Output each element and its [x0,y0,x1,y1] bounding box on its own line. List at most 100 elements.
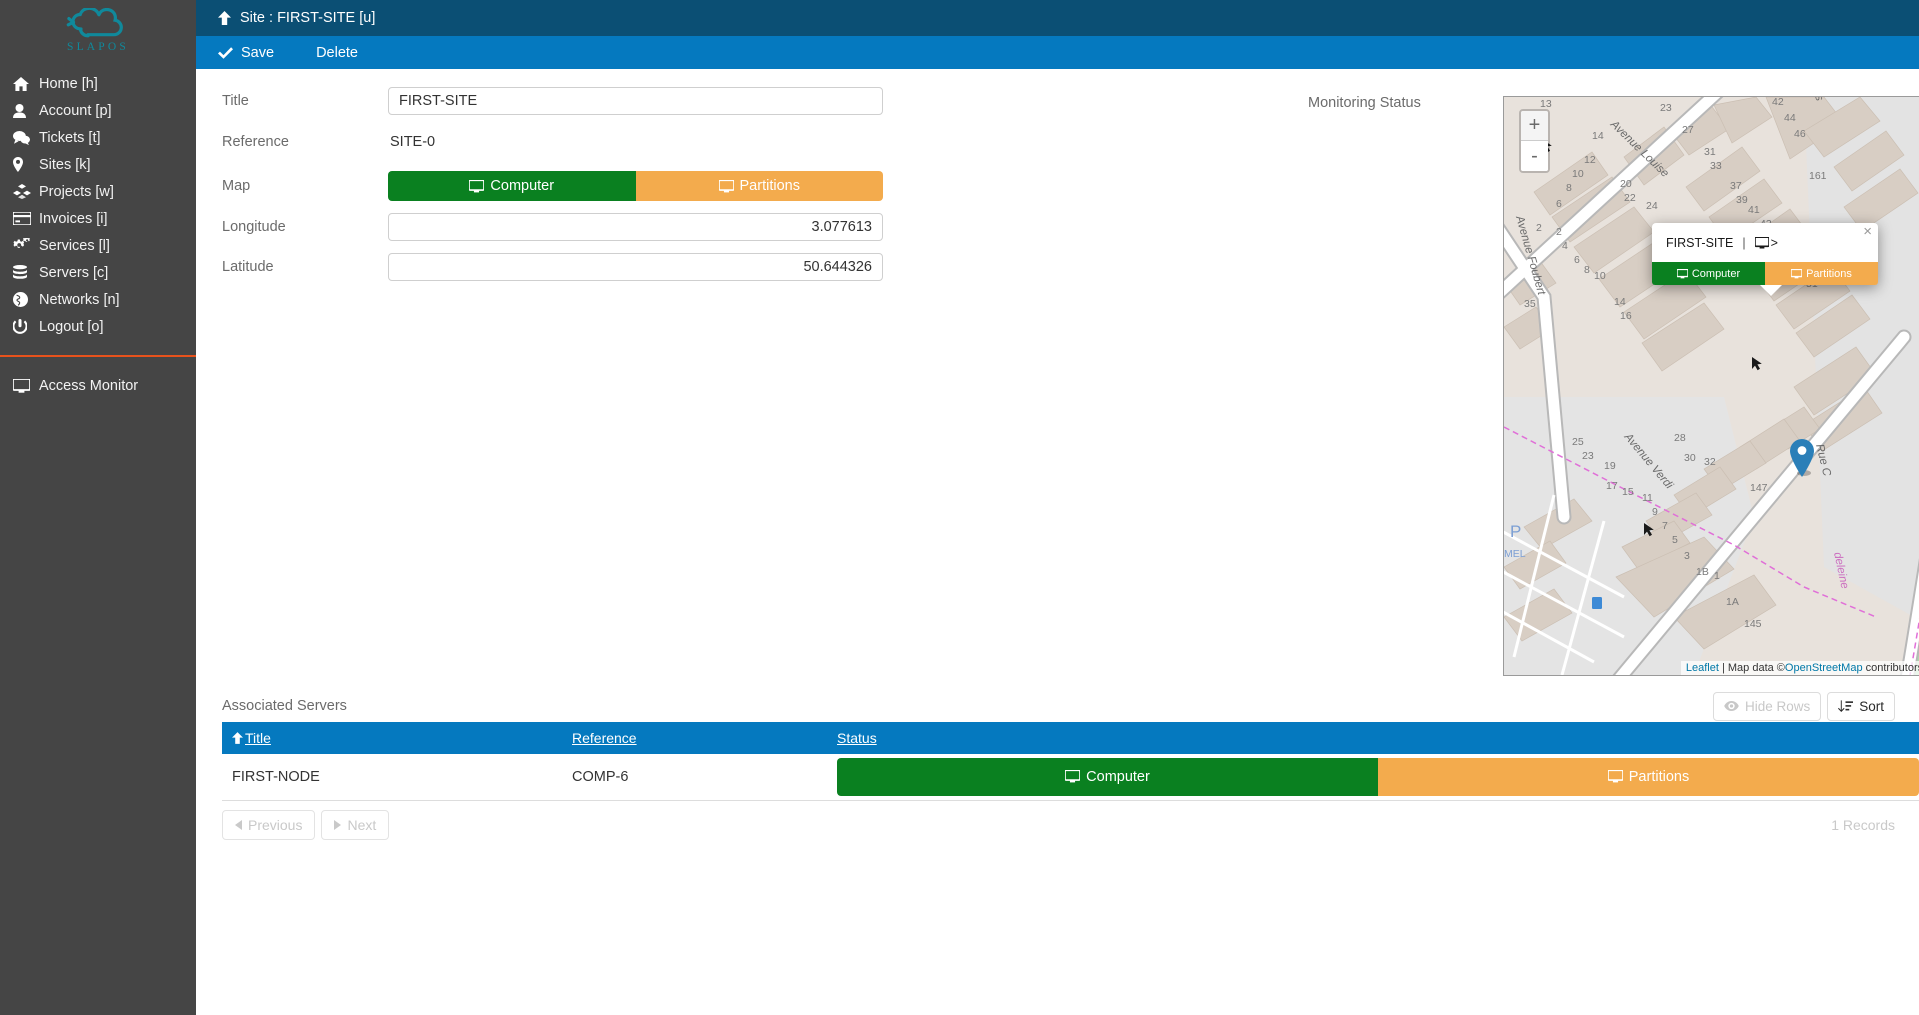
power-off-icon [13,319,39,334]
monitoring-status-label: Monitoring Status [1308,95,1421,111]
comments-icon [13,130,39,145]
page-title: Site : FIRST-SITE [u] [240,10,376,26]
svg-text:44: 44 [1784,112,1796,124]
sidebar-item-servers[interactable]: Servers [c] [0,259,196,286]
svg-text:35: 35 [1524,298,1536,310]
svg-text:46: 46 [1794,128,1806,140]
column-header-title[interactable]: Title [222,722,562,754]
previous-button[interactable]: Previous [222,809,316,840]
close-icon[interactable]: × [1863,224,1872,239]
sidebar-item-label: Projects [w] [39,183,114,200]
column-header-reference[interactable]: Reference [562,722,827,754]
column-header-label[interactable]: Title [245,730,271,746]
column-header-label[interactable]: Reference [572,730,637,746]
globe-icon [13,292,39,307]
svg-text:161: 161 [1809,170,1827,182]
zoom-in-button[interactable]: + [1521,111,1548,141]
attrib-text-1: | Map data © [1718,662,1785,674]
field-longitude-label: Longitude [222,219,286,235]
save-button-label: Save [241,44,275,61]
sidebar-nav: Home [h] Account [p] Tickets [t] Sites [… [0,70,196,399]
svg-text:22: 22 [1624,192,1636,204]
svg-text:8: 8 [1566,182,1572,194]
sidebar-item-logout[interactable]: Logout [o] [0,313,196,340]
svg-text:20: 20 [1620,178,1632,190]
popup-partitions-button[interactable]: Partitions [1765,262,1878,285]
svg-text:32: 32 [1704,456,1716,468]
attrib-text-2: contributors, [1865,662,1919,674]
sidebar: SLAPOS Home [h] Account [p] Tickets [t] [0,0,196,1015]
map-computer-button[interactable]: Computer [388,171,636,201]
sidebar-item-networks[interactable]: Networks [n] [0,286,196,313]
latitude-input[interactable] [388,253,883,281]
cell-reference: COMP-6 [562,754,827,801]
svg-text:4: 4 [1562,240,1568,252]
map-marker-icon[interactable] [1789,439,1815,482]
zoom-out-button[interactable]: - [1521,141,1548,171]
map-tiles: Avenue Louise Avenue Foubert Avenue Verd… [1504,97,1919,675]
pagination: Previous Next 1 Records [196,801,1919,840]
eye-icon [1724,701,1739,711]
main-content: Site : FIRST-SITE [u] Save Delete Title … [196,0,1919,1015]
svg-text:27: 27 [1682,124,1694,136]
column-header-label[interactable]: Status [837,730,877,746]
map-popup-chevron[interactable]: > [1771,236,1778,250]
map-popup-title: FIRST-SITE [1666,235,1734,250]
delete-button[interactable]: Delete [316,45,358,61]
home-icon [13,76,39,91]
sidebar-item-tickets[interactable]: Tickets [t] [0,124,196,151]
svg-text:9: 9 [1652,506,1658,518]
map-popup-actions: Computer Partitions [1652,262,1878,285]
svg-text:39: 39 [1736,194,1748,206]
svg-text:12: 12 [1584,154,1596,166]
desktop-icon [718,179,734,193]
sidebar-item-projects[interactable]: Projects [w] [0,178,196,205]
desktop-icon[interactable] [1754,236,1769,249]
check-icon [218,46,233,59]
sidebar-item-access-monitor[interactable]: Access Monitor [0,372,196,399]
list-tools: Hide Rows Sort [1707,691,1895,721]
sidebar-item-label: Account [p] [39,102,112,119]
sort-amount-icon [1838,699,1854,713]
longitude-input[interactable] [388,213,883,241]
hide-rows-button[interactable]: Hide Rows [1712,691,1822,721]
svg-text:5: 5 [1672,534,1678,546]
table-row[interactable]: FIRST-NODE COMP-6 Computer Partitions [222,754,1919,801]
map-computer-label: Computer [490,178,555,194]
sidebar-item-invoices[interactable]: Invoices [i] [0,205,196,232]
svg-text:37: 37 [1730,180,1742,192]
sidebar-item-home[interactable]: Home [h] [0,70,196,97]
title-input[interactable] [388,87,883,115]
sidebar-item-account[interactable]: Account [p] [0,97,196,124]
svg-text:1B: 1B [1696,566,1709,578]
sort-button[interactable]: Sort [1827,691,1895,721]
map-partitions-button[interactable]: Partitions [635,171,883,201]
arrow-up-icon[interactable] [218,11,231,25]
map-popup-header: FIRST-SITE | > × [1652,223,1878,262]
svg-text:42: 42 [1772,97,1784,108]
sidebar-item-sites[interactable]: Sites [k] [0,151,196,178]
column-header-status[interactable]: Status [827,722,1919,754]
fuel-poi [1592,597,1602,609]
svg-text:15: 15 [1622,486,1634,498]
row-partitions-button[interactable]: Partitions [1378,757,1919,796]
site-map[interactable]: Avenue Louise Avenue Foubert Avenue Verd… [1503,96,1919,676]
svg-text:P: P [1510,522,1521,541]
cogs-icon [13,238,39,253]
row-computer-button[interactable]: Computer [837,757,1378,796]
map-partitions-label: Partitions [739,178,800,194]
next-button[interactable]: Next [321,809,390,840]
cell-title: FIRST-NODE [222,754,562,801]
sidebar-item-services[interactable]: Services [l] [0,232,196,259]
desktop-icon [469,179,485,193]
leaflet-link[interactable]: Leaflet [1686,662,1719,674]
table-header-row: Title Reference Status [222,722,1919,754]
brand-logo[interactable]: SLAPOS [0,0,196,62]
sidebar-item-label: Access Monitor [39,377,139,394]
cell-status: Computer Partitions [827,754,1919,801]
map-zoom-controls[interactable]: + - [1519,109,1550,173]
popup-computer-button[interactable]: Computer [1652,262,1765,285]
svg-text:2: 2 [1556,226,1562,238]
save-button[interactable]: Save [218,45,274,61]
osm-link[interactable]: OpenStreetMap [1785,662,1863,674]
